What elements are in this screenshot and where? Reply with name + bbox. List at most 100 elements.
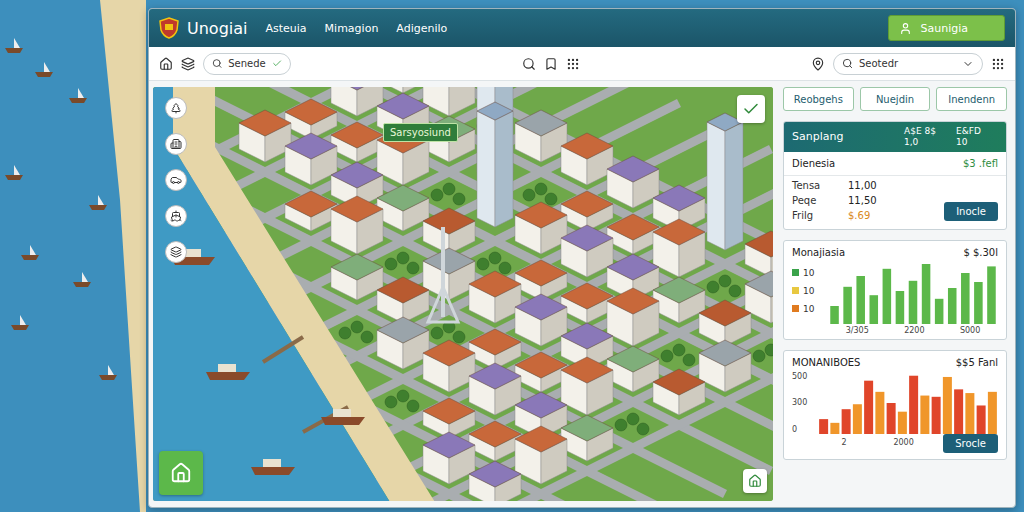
- layers-button[interactable]: [181, 57, 195, 71]
- house-building[interactable]: [745, 231, 773, 277]
- house-building[interactable]: [699, 300, 751, 346]
- house-building[interactable]: [653, 277, 705, 323]
- chart-bar[interactable]: [842, 409, 851, 434]
- house-building[interactable]: [699, 340, 751, 392]
- chart-bar[interactable]: [909, 375, 918, 433]
- house-building[interactable]: [239, 110, 291, 162]
- house-building[interactable]: [331, 87, 383, 116]
- tab[interactable]: Inendenn: [936, 87, 1007, 111]
- chart-bar[interactable]: [988, 391, 997, 433]
- chart-bar[interactable]: [965, 393, 974, 434]
- select-field[interactable]: Seotedr: [833, 53, 983, 75]
- account-button[interactable]: Saunigia: [888, 15, 1005, 41]
- house-building[interactable]: [607, 346, 659, 392]
- tower-landmark[interactable]: [428, 227, 458, 322]
- house-building[interactable]: [285, 133, 337, 185]
- house-building[interactable]: [607, 214, 659, 254]
- house-building[interactable]: [561, 133, 613, 185]
- chart-bar[interactable]: [896, 291, 905, 324]
- house-building[interactable]: [331, 254, 383, 300]
- house-building[interactable]: [607, 288, 659, 346]
- chart-button[interactable]: Srocle: [943, 434, 998, 453]
- house-building[interactable]: [515, 352, 567, 392]
- chart-bar[interactable]: [864, 380, 873, 433]
- chart-bar[interactable]: [954, 389, 963, 434]
- nav-item[interactable]: Mimagion: [325, 22, 379, 35]
- search-button[interactable]: [522, 57, 536, 71]
- house-building[interactable]: [377, 185, 429, 231]
- chart-bar[interactable]: [977, 405, 986, 434]
- house-building[interactable]: [331, 122, 383, 162]
- chart-bar[interactable]: [830, 422, 839, 433]
- nav-item[interactable]: Asteuia: [266, 22, 307, 35]
- ships[interactable]: [171, 249, 365, 475]
- confirm-button[interactable]: [737, 95, 765, 123]
- chart-bar[interactable]: [875, 391, 884, 433]
- house-building[interactable]: [423, 87, 475, 116]
- chart-bar[interactable]: [948, 288, 957, 324]
- house-building[interactable]: [653, 219, 705, 277]
- house-building[interactable]: [423, 248, 475, 300]
- summary-button[interactable]: Inocle: [944, 202, 998, 221]
- tower-building[interactable]: [707, 113, 743, 250]
- chart-bar[interactable]: [843, 286, 852, 323]
- map-view[interactable]: Sarsyosiund: [153, 87, 773, 501]
- tab[interactable]: Nuejdin: [860, 87, 931, 111]
- chart-bar[interactable]: [856, 276, 865, 324]
- chart-bar[interactable]: [898, 411, 907, 433]
- house-building[interactable]: [561, 415, 613, 461]
- house-building[interactable]: [469, 271, 521, 323]
- logo[interactable]: Unogiai: [159, 17, 248, 39]
- house-building[interactable]: [377, 277, 429, 323]
- nav-item[interactable]: Adigenilo: [396, 22, 447, 35]
- house-building[interactable]: [515, 202, 567, 254]
- house-building[interactable]: [469, 461, 521, 501]
- house-building[interactable]: [285, 191, 337, 231]
- chart-bar[interactable]: [922, 264, 931, 324]
- map-tool[interactable]: [165, 241, 187, 263]
- chart-bar[interactable]: [935, 298, 944, 323]
- menu-button[interactable]: [991, 57, 1005, 71]
- map-tool[interactable]: [165, 97, 187, 119]
- house-building[interactable]: [377, 87, 429, 93]
- map-label[interactable]: Sarsyosiund: [383, 123, 458, 142]
- city-map[interactable]: [153, 87, 773, 501]
- chart-bar[interactable]: [943, 377, 952, 434]
- home-small-button[interactable]: [743, 469, 767, 493]
- chart-bar[interactable]: [819, 419, 828, 434]
- house-building[interactable]: [561, 357, 613, 415]
- house-building[interactable]: [515, 110, 567, 162]
- house-building[interactable]: [423, 432, 475, 484]
- home-map-button[interactable]: [159, 451, 203, 495]
- map-tool[interactable]: [165, 205, 187, 227]
- home-button[interactable]: [159, 57, 173, 71]
- pin-button[interactable]: [811, 57, 825, 71]
- house-building[interactable]: [515, 294, 567, 346]
- house-building[interactable]: [561, 225, 613, 277]
- chart-bar[interactable]: [869, 295, 878, 324]
- map-tool[interactable]: [165, 169, 187, 191]
- tab[interactable]: Reobgehs: [783, 87, 854, 111]
- chart-bar[interactable]: [961, 273, 970, 324]
- house-building[interactable]: [423, 340, 475, 392]
- tower-building[interactable]: [477, 102, 513, 227]
- house-building[interactable]: [469, 421, 521, 461]
- house-building[interactable]: [561, 283, 613, 323]
- house-building[interactable]: [515, 426, 567, 484]
- house-building[interactable]: [607, 156, 659, 208]
- house-building[interactable]: [331, 196, 383, 254]
- grid-button[interactable]: [566, 57, 580, 71]
- chart-bar[interactable]: [974, 282, 983, 324]
- house-building[interactable]: [423, 208, 475, 254]
- map-tool[interactable]: [165, 133, 187, 155]
- chart-bar[interactable]: [830, 306, 839, 324]
- chart-bar[interactable]: [909, 280, 918, 323]
- bookmark-button[interactable]: [544, 57, 558, 71]
- search-field[interactable]: Senede: [203, 53, 291, 75]
- chart-bar[interactable]: [920, 395, 929, 433]
- chart-bar[interactable]: [883, 268, 892, 323]
- chart-bar[interactable]: [932, 396, 941, 433]
- chart-bar[interactable]: [853, 404, 862, 434]
- house-building[interactable]: [653, 369, 705, 415]
- house-building[interactable]: [377, 317, 429, 369]
